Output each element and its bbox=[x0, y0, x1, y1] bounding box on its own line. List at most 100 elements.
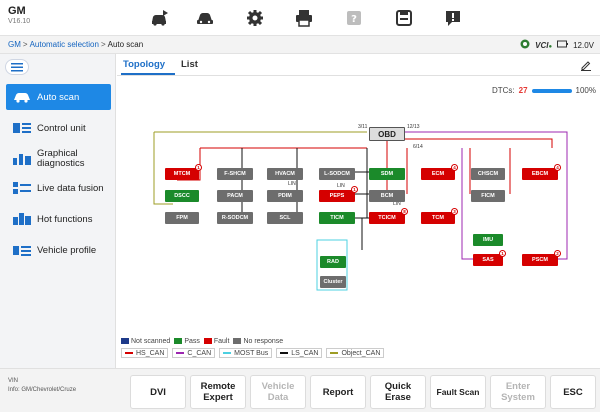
legend-label: Not scanned bbox=[131, 338, 171, 345]
module-sas[interactable]: SAS 1 bbox=[473, 250, 506, 266]
enter-system-button[interactable]: Enter System bbox=[490, 375, 546, 409]
dtc-badge: 4 bbox=[554, 164, 561, 171]
module-ecm[interactable]: ECM 4 bbox=[421, 164, 458, 180]
module-sdm[interactable]: SDM bbox=[369, 168, 405, 180]
sidebar-item-hot-functions[interactable]: Hot functions bbox=[6, 206, 111, 232]
battery-icon bbox=[557, 40, 569, 50]
connection-status: VCI● 12.0V bbox=[520, 39, 594, 51]
bus-label: 3/11 bbox=[358, 124, 368, 130]
module-rad[interactable]: RAD bbox=[320, 256, 346, 268]
module-scl[interactable]: SCL bbox=[267, 212, 303, 224]
legend-label: Fault bbox=[213, 338, 230, 345]
module-mtcm[interactable]: MTCM 1 bbox=[165, 164, 202, 180]
graphical-icon bbox=[13, 154, 31, 165]
legend-item: MOST Bus bbox=[219, 348, 273, 358]
module-label: SDM bbox=[380, 171, 394, 177]
dvi-button[interactable]: DVI bbox=[130, 375, 186, 409]
module-pacm[interactable]: PACM bbox=[217, 190, 253, 202]
car-icon[interactable] bbox=[194, 9, 216, 27]
module-r-sodcm[interactable]: R-SODCM bbox=[217, 212, 253, 224]
legend-item: C_CAN bbox=[172, 348, 216, 358]
module-label: RAD bbox=[327, 259, 339, 265]
legend-swatch bbox=[233, 338, 242, 345]
vci-status: VCI● bbox=[535, 41, 552, 50]
module-ebcm[interactable]: EBCM 4 bbox=[522, 164, 561, 180]
module-peps[interactable]: PEPS 1 bbox=[319, 186, 358, 202]
module-label: SAS bbox=[482, 257, 494, 263]
bus-label: LIN bbox=[288, 181, 296, 187]
vehicle-info: VIN Info: GM/Chevrolet/Cruze bbox=[8, 377, 76, 395]
menu-icon bbox=[11, 62, 23, 71]
sidebar-item-vehicle-profile[interactable]: Vehicle profile bbox=[6, 237, 111, 263]
module-label: F-SHCM bbox=[224, 171, 246, 177]
legend-line bbox=[280, 352, 289, 354]
module-cluster[interactable]: Cluster bbox=[320, 276, 346, 288]
module-label: PACM bbox=[227, 193, 243, 199]
breadcrumb-item-current: Auto scan bbox=[107, 40, 144, 49]
feedback-icon[interactable] bbox=[442, 9, 464, 27]
hot-functions-icon bbox=[13, 213, 31, 225]
module-f-shcm[interactable]: F-SHCM bbox=[217, 168, 253, 180]
quick-erase-button[interactable]: Quick Erase bbox=[370, 375, 426, 409]
sidebar-item-control-unit[interactable]: Control unit bbox=[6, 115, 111, 141]
network-icon bbox=[520, 39, 530, 51]
brand-block: GM V16.10 bbox=[8, 5, 30, 25]
breadcrumb-separator: > bbox=[22, 40, 28, 49]
printer-icon[interactable] bbox=[293, 9, 315, 27]
menu-toggle-button[interactable] bbox=[5, 59, 29, 75]
status-legend: Not scanned Pass Fault No response bbox=[121, 338, 384, 345]
module-tcm[interactable]: TCM 3 bbox=[421, 208, 458, 224]
main-panel: Topology List DTCs: 27 100% 3/11 12/13 6… bbox=[117, 54, 600, 368]
breadcrumb-item-automatic-selection[interactable]: Automatic selection bbox=[30, 40, 99, 49]
module-chscm[interactable]: CHSCM bbox=[471, 168, 505, 180]
module-label: L-SODCM bbox=[324, 171, 350, 177]
sidebar-item-graphical-diagnostics[interactable]: Graphical diagnostics bbox=[6, 146, 111, 172]
module-label: TICM bbox=[330, 215, 344, 221]
esc-button[interactable]: ESC bbox=[550, 375, 596, 409]
module-imu[interactable]: IMU bbox=[473, 234, 503, 246]
legend-swatch bbox=[174, 338, 183, 345]
breadcrumb: GM > Automatic selection > Auto scan bbox=[8, 40, 143, 49]
control-unit-icon bbox=[13, 123, 31, 133]
module-l-sodcm[interactable]: L-SODCM bbox=[319, 168, 355, 180]
module-label: ECM bbox=[431, 171, 445, 177]
car-scan-icon[interactable] bbox=[148, 9, 170, 27]
module-label: HVACM bbox=[275, 171, 295, 177]
live-data-icon bbox=[13, 182, 31, 194]
module-pscm[interactable]: PSCM 2 bbox=[522, 250, 561, 266]
gear-icon[interactable] bbox=[244, 9, 266, 27]
sidebar-item-label: Hot functions bbox=[37, 213, 93, 225]
module-label: FPM bbox=[176, 215, 188, 221]
legend-label: C_CAN bbox=[187, 349, 212, 357]
sidebar-item-live-data-fusion[interactable]: Live data fusion bbox=[6, 175, 111, 201]
module-tcicm[interactable]: TCICM 8 bbox=[369, 208, 408, 224]
module-label: PEPS bbox=[329, 193, 345, 199]
fault-scan-button[interactable]: Fault Scan bbox=[430, 375, 486, 409]
module-ficm[interactable]: FICM bbox=[471, 190, 505, 202]
module-dscc[interactable]: DSCC bbox=[165, 190, 199, 202]
breadcrumb-item-gm[interactable]: GM bbox=[8, 40, 21, 49]
module-hvacm[interactable]: HVACM bbox=[267, 168, 303, 180]
save-icon[interactable] bbox=[393, 9, 415, 27]
dtc-badge: 4 bbox=[451, 164, 458, 171]
sidebar-item-auto-scan[interactable]: Auto scan bbox=[6, 84, 111, 110]
obd-connector[interactable]: OBD bbox=[369, 127, 405, 141]
remote-expert-button[interactable]: Remote Expert bbox=[190, 375, 246, 409]
legend-label: MOST Bus bbox=[234, 349, 269, 357]
module-ticm[interactable]: TICM bbox=[319, 212, 355, 224]
sidebar-item-label: Graphical diagnostics bbox=[37, 148, 85, 169]
module-label: PDIM bbox=[278, 193, 292, 199]
bottom-toolbar: VIN Info: GM/Chevrolet/Cruze DVI Remote … bbox=[0, 368, 600, 412]
module-label: BCM bbox=[380, 193, 394, 199]
module-pdim[interactable]: PDIM bbox=[267, 190, 303, 202]
module-label: CHSCM bbox=[477, 171, 499, 177]
top-bar: GM V16.10 ? bbox=[0, 0, 600, 36]
vehicle-data-button[interactable]: Vehicle Data bbox=[250, 375, 306, 409]
module-fpm[interactable]: FPM bbox=[165, 212, 199, 224]
report-button[interactable]: Report bbox=[310, 375, 366, 409]
module-bcm[interactable]: BCM bbox=[369, 190, 405, 202]
bus-label: 6/14 bbox=[413, 144, 423, 150]
breadcrumb-bar: GM > Automatic selection > Auto scan VCI● 12… bbox=[0, 36, 600, 54]
module-label: PSCM bbox=[532, 257, 548, 263]
module-label: IMU bbox=[482, 237, 494, 243]
